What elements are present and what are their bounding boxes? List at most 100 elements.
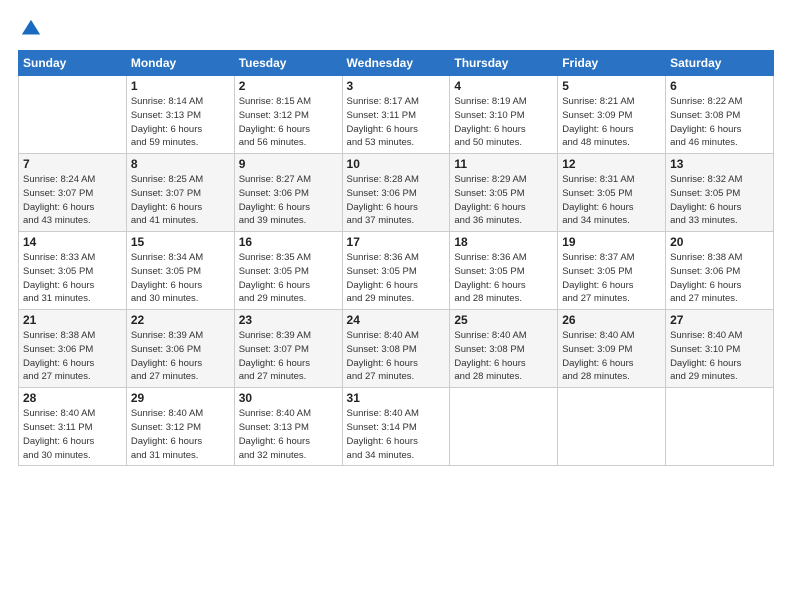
day-number: 23 <box>239 313 338 327</box>
day-number: 8 <box>131 157 230 171</box>
day-info: Sunrise: 8:24 AMSunset: 3:07 PMDaylight:… <box>23 173 122 228</box>
table-row <box>666 388 774 466</box>
day-number: 7 <box>23 157 122 171</box>
day-number: 12 <box>562 157 661 171</box>
table-row: 31Sunrise: 8:40 AMSunset: 3:14 PMDayligh… <box>342 388 450 466</box>
day-info: Sunrise: 8:33 AMSunset: 3:05 PMDaylight:… <box>23 251 122 306</box>
header <box>18 18 774 40</box>
day-info: Sunrise: 8:40 AMSunset: 3:12 PMDaylight:… <box>131 407 230 462</box>
day-info: Sunrise: 8:40 AMSunset: 3:10 PMDaylight:… <box>670 329 769 384</box>
table-row <box>450 388 558 466</box>
table-row: 21 Sunrise: 8:38 AMSunset: 3:06 PMDayligh… <box>19 310 127 388</box>
day-info: Sunrise: 8:17 AMSunset: 3:11 PMDaylight:… <box>347 95 446 150</box>
day-number: 31 <box>347 391 446 405</box>
day-number: 18 <box>454 235 553 249</box>
day-number: 16 <box>239 235 338 249</box>
calendar-header-row: Sunday Monday Tuesday Wednesday Thursday… <box>19 51 774 76</box>
table-row: 6 Sunrise: 8:22 AMSunset: 3:08 PMDaylight… <box>666 76 774 154</box>
header-saturday: Saturday <box>666 51 774 76</box>
calendar-week-row: 7 Sunrise: 8:24 AMSunset: 3:07 PMDaylight… <box>19 154 774 232</box>
day-number: 6 <box>670 79 769 93</box>
day-number: 26 <box>562 313 661 327</box>
day-info: Sunrise: 8:39 AMSunset: 3:07 PMDaylight:… <box>239 329 338 384</box>
day-info: Sunrise: 8:40 AMSunset: 3:08 PMDaylight:… <box>454 329 553 384</box>
day-info: Sunrise: 8:36 AMSunset: 3:05 PMDaylight:… <box>454 251 553 306</box>
table-row: 26 Sunrise: 8:40 AMSunset: 3:09 PMDayligh… <box>558 310 666 388</box>
day-number: 21 <box>23 313 122 327</box>
calendar-table: Sunday Monday Tuesday Wednesday Thursday… <box>18 50 774 466</box>
day-number: 20 <box>670 235 769 249</box>
day-number: 24 <box>347 313 446 327</box>
day-info: Sunrise: 8:40 AMSunset: 3:09 PMDaylight:… <box>562 329 661 384</box>
day-info: Sunrise: 8:37 AMSunset: 3:05 PMDaylight:… <box>562 251 661 306</box>
table-row: 30Sunrise: 8:40 AMSunset: 3:13 PMDayligh… <box>234 388 342 466</box>
day-info: Sunrise: 8:14 AMSunset: 3:13 PMDaylight:… <box>131 95 230 150</box>
table-row: 20 Sunrise: 8:38 AMSunset: 3:06 PMDayligh… <box>666 232 774 310</box>
table-row: 10 Sunrise: 8:28 AMSunset: 3:06 PMDayligh… <box>342 154 450 232</box>
day-number: 27 <box>670 313 769 327</box>
table-row: 5Sunrise: 8:21 AMSunset: 3:09 PMDaylight… <box>558 76 666 154</box>
table-row: 18 Sunrise: 8:36 AMSunset: 3:05 PMDayligh… <box>450 232 558 310</box>
calendar-week-row: 28 Sunrise: 8:40 AMSunset: 3:11 PMDayligh… <box>19 388 774 466</box>
table-row: 24 Sunrise: 8:40 AMSunset: 3:08 PMDayligh… <box>342 310 450 388</box>
day-info: Sunrise: 8:38 AMSunset: 3:06 PMDaylight:… <box>670 251 769 306</box>
day-info: Sunrise: 8:34 AMSunset: 3:05 PMDaylight:… <box>131 251 230 306</box>
day-info: Sunrise: 8:35 AMSunset: 3:05 PMDaylight:… <box>239 251 338 306</box>
header-thursday: Thursday <box>450 51 558 76</box>
day-number: 3 <box>347 79 446 93</box>
day-number: 14 <box>23 235 122 249</box>
page: Sunday Monday Tuesday Wednesday Thursday… <box>0 0 792 612</box>
table-row: 2Sunrise: 8:15 AMSunset: 3:12 PMDaylight… <box>234 76 342 154</box>
table-row: 28 Sunrise: 8:40 AMSunset: 3:11 PMDayligh… <box>19 388 127 466</box>
table-row: 1 Sunrise: 8:14 AMSunset: 3:13 PMDaylight… <box>126 76 234 154</box>
day-info: Sunrise: 8:22 AMSunset: 3:08 PMDaylight:… <box>670 95 769 150</box>
logo <box>18 18 42 40</box>
table-row <box>558 388 666 466</box>
table-row: 4Sunrise: 8:19 AMSunset: 3:10 PMDaylight… <box>450 76 558 154</box>
calendar-week-row: 21 Sunrise: 8:38 AMSunset: 3:06 PMDayligh… <box>19 310 774 388</box>
day-info: Sunrise: 8:40 AMSunset: 3:11 PMDaylight:… <box>23 407 122 462</box>
table-row: 25 Sunrise: 8:40 AMSunset: 3:08 PMDayligh… <box>450 310 558 388</box>
day-info: Sunrise: 8:36 AMSunset: 3:05 PMDaylight:… <box>347 251 446 306</box>
table-row: 8 Sunrise: 8:25 AMSunset: 3:07 PMDaylight… <box>126 154 234 232</box>
day-number: 1 <box>131 79 230 93</box>
table-row: 15 Sunrise: 8:34 AMSunset: 3:05 PMDayligh… <box>126 232 234 310</box>
table-row: 3 Sunrise: 8:17 AMSunset: 3:11 PMDaylight… <box>342 76 450 154</box>
day-number: 13 <box>670 157 769 171</box>
day-info: Sunrise: 8:27 AMSunset: 3:06 PMDaylight:… <box>239 173 338 228</box>
day-number: 28 <box>23 391 122 405</box>
day-info: Sunrise: 8:15 AMSunset: 3:12 PMDaylight:… <box>239 95 338 150</box>
day-info: Sunrise: 8:40 AMSunset: 3:08 PMDaylight:… <box>347 329 446 384</box>
header-sunday: Sunday <box>19 51 127 76</box>
day-info: Sunrise: 8:39 AMSunset: 3:06 PMDaylight:… <box>131 329 230 384</box>
day-number: 10 <box>347 157 446 171</box>
table-row: 7 Sunrise: 8:24 AMSunset: 3:07 PMDaylight… <box>19 154 127 232</box>
table-row <box>19 76 127 154</box>
day-info: Sunrise: 8:38 AMSunset: 3:06 PMDaylight:… <box>23 329 122 384</box>
day-number: 15 <box>131 235 230 249</box>
day-info: Sunrise: 8:29 AMSunset: 3:05 PMDaylight:… <box>454 173 553 228</box>
header-tuesday: Tuesday <box>234 51 342 76</box>
day-info: Sunrise: 8:21 AMSunset: 3:09 PMDaylight:… <box>562 95 661 150</box>
day-info: Sunrise: 8:32 AMSunset: 3:05 PMDaylight:… <box>670 173 769 228</box>
table-row: 22Sunrise: 8:39 AMSunset: 3:06 PMDayligh… <box>126 310 234 388</box>
table-row: 9 Sunrise: 8:27 AMSunset: 3:06 PMDaylight… <box>234 154 342 232</box>
day-number: 29 <box>131 391 230 405</box>
day-number: 9 <box>239 157 338 171</box>
table-row: 13 Sunrise: 8:32 AMSunset: 3:05 PMDayligh… <box>666 154 774 232</box>
table-row: 12 Sunrise: 8:31 AMSunset: 3:05 PMDayligh… <box>558 154 666 232</box>
day-info: Sunrise: 8:19 AMSunset: 3:10 PMDaylight:… <box>454 95 553 150</box>
table-row: 19Sunrise: 8:37 AMSunset: 3:05 PMDayligh… <box>558 232 666 310</box>
day-info: Sunrise: 8:28 AMSunset: 3:06 PMDaylight:… <box>347 173 446 228</box>
table-row: 14 Sunrise: 8:33 AMSunset: 3:05 PMDayligh… <box>19 232 127 310</box>
logo-icon <box>20 18 42 40</box>
day-info: Sunrise: 8:40 AMSunset: 3:13 PMDaylight:… <box>239 407 338 462</box>
table-row: 27 Sunrise: 8:40 AMSunset: 3:10 PMDayligh… <box>666 310 774 388</box>
day-info: Sunrise: 8:25 AMSunset: 3:07 PMDaylight:… <box>131 173 230 228</box>
day-number: 25 <box>454 313 553 327</box>
table-row: 17 Sunrise: 8:36 AMSunset: 3:05 PMDayligh… <box>342 232 450 310</box>
day-info: Sunrise: 8:31 AMSunset: 3:05 PMDaylight:… <box>562 173 661 228</box>
day-number: 17 <box>347 235 446 249</box>
header-friday: Friday <box>558 51 666 76</box>
header-monday: Monday <box>126 51 234 76</box>
